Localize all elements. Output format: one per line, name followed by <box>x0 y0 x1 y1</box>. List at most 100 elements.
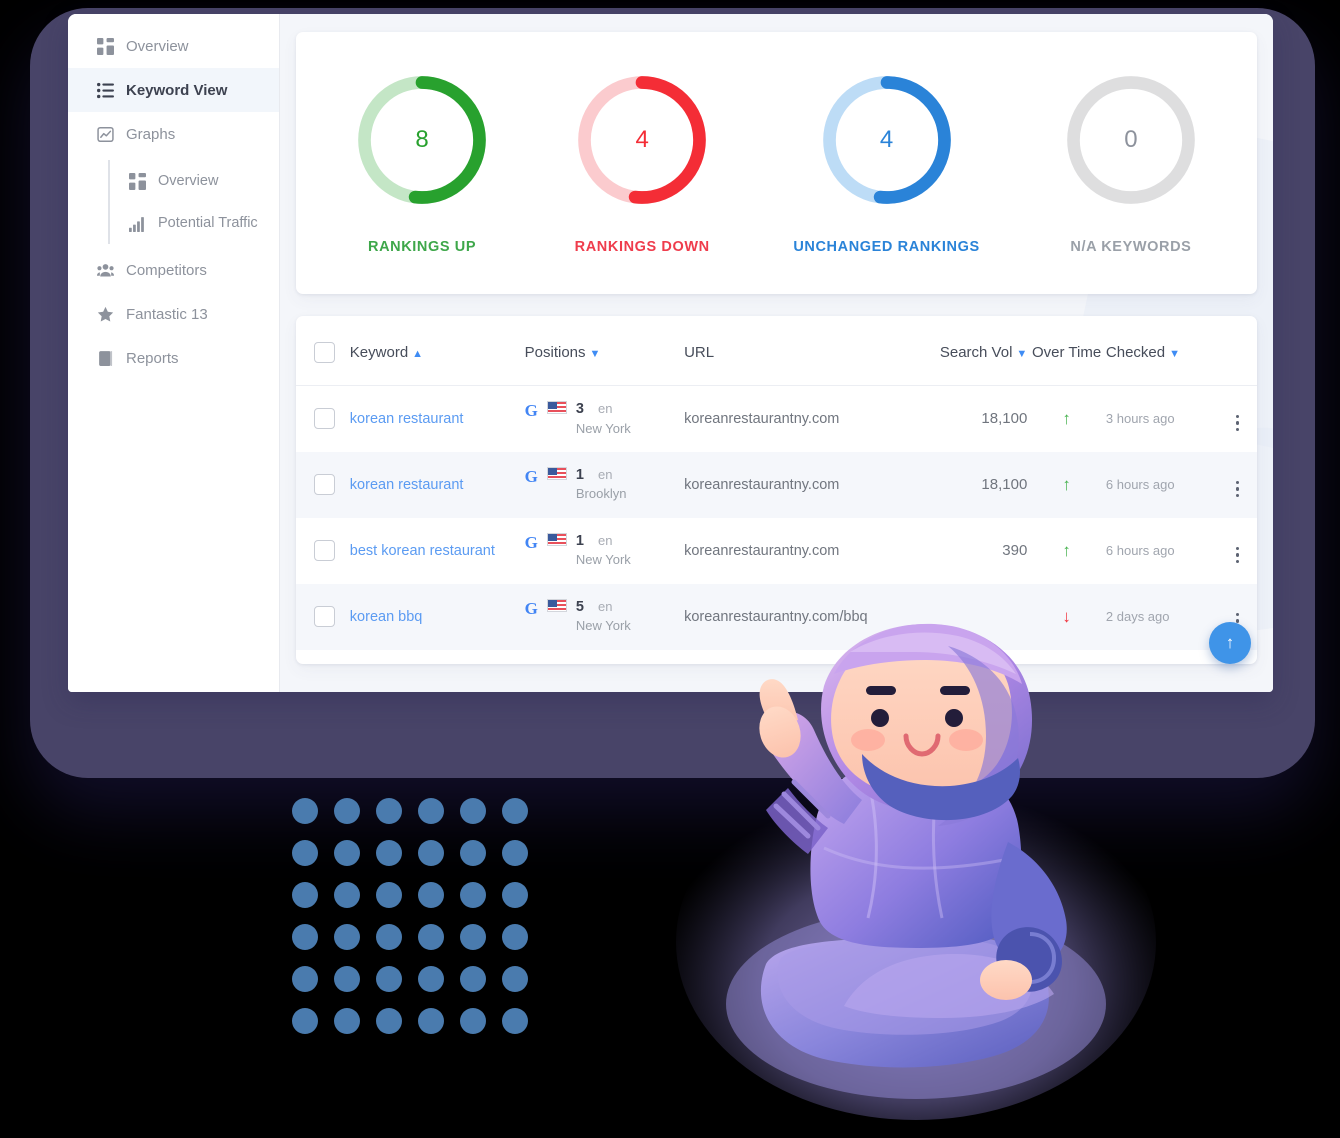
table-row[interactable]: korean bbq G 5 en New York koreanrestaur… <box>296 583 1257 650</box>
sidebar: Overview Keyword View Graphs Overview Po… <box>68 14 280 692</box>
checked-timestamp: 2 days ago <box>1105 608 1170 624</box>
column-header-url[interactable]: URL <box>684 316 926 386</box>
google-icon: G <box>524 532 538 552</box>
stat-label: N/A KEYWORDS <box>1070 239 1192 255</box>
grid-dot <box>418 798 444 824</box>
sidebar-item-label: Graphs <box>126 125 176 143</box>
location-name: New York <box>575 618 631 634</box>
column-header-checked[interactable]: Checked ▼ <box>1105 316 1219 386</box>
keyword-link[interactable]: korean bbq <box>350 609 423 625</box>
chart-area-icon <box>96 125 114 143</box>
stat-rankings-up: 8 RANKINGS UP <box>353 71 491 255</box>
sidebar-item-overview[interactable]: Overview <box>68 24 279 68</box>
arrow-up-icon: ↑ <box>1225 633 1235 652</box>
grid-dot <box>502 966 528 992</box>
column-header-positions[interactable]: Positions ▼ <box>524 316 685 386</box>
us-flag-icon <box>546 598 567 612</box>
grid-dot <box>502 798 528 824</box>
bars-icon <box>128 214 146 232</box>
row-actions-cell <box>1218 452 1257 518</box>
grid-dot <box>334 798 360 824</box>
grid-dot <box>376 1008 402 1034</box>
ranking-summary-card: 8 RANKINGS UP 4 RANKINGS DOWN 4 UNCHANGE… <box>296 32 1257 294</box>
donut-chart: 4 <box>573 71 711 209</box>
sidebar-item-fantastic-13[interactable]: Fantastic 13 <box>68 292 279 336</box>
grid-dot <box>334 924 360 950</box>
row-select-cell <box>296 584 350 650</box>
url-cell: koreanrestaurantny.com <box>684 452 925 518</box>
sidebar-item-graphs[interactable]: Graphs <box>68 112 279 156</box>
column-label: Keyword <box>349 344 409 361</box>
grid-dot <box>376 966 402 992</box>
trend-up-icon: ↑ <box>1062 474 1071 494</box>
table-body: korean restaurant G 3 en New York korean… <box>296 386 1257 650</box>
more-options-icon[interactable] <box>1235 546 1240 563</box>
table-row[interactable]: korean restaurant G 1 en Brooklyn korean… <box>296 451 1257 518</box>
stat-value: 4 <box>879 126 894 153</box>
grid-dot <box>376 798 402 824</box>
keyword-cell: best korean restaurant <box>350 518 525 584</box>
grid-dot <box>292 924 318 950</box>
sidebar-item-keyword-view[interactable]: Keyword View <box>68 68 279 112</box>
grid-dot <box>460 966 486 992</box>
row-checkbox[interactable] <box>314 540 335 561</box>
checked-cell: 2 days ago <box>1106 584 1218 650</box>
row-checkbox[interactable] <box>314 474 335 495</box>
chevron-down-icon: ▼ <box>1169 348 1180 360</box>
location-name: New York <box>575 552 631 568</box>
url-text: koreanrestaurantny.com <box>684 410 840 427</box>
checked-cell: 3 hours ago <box>1106 386 1218 452</box>
grid-dot <box>418 924 444 950</box>
column-header-over-time[interactable]: Over Time <box>1027 316 1106 386</box>
trend-up-icon: ↑ <box>1062 408 1071 428</box>
google-icon: G <box>524 598 538 618</box>
sidebar-subitem-overview[interactable]: Overview <box>110 160 279 202</box>
column-label: URL <box>684 344 715 361</box>
column-header-keyword[interactable]: Keyword ▲ <box>349 316 525 386</box>
sidebar-item-reports[interactable]: Reports <box>68 336 279 380</box>
sidebar-item-label: Competitors <box>126 261 207 279</box>
sidebar-subitem-potential-traffic[interactable]: Potential Traffic <box>110 202 279 244</box>
keyword-link[interactable]: korean restaurant <box>350 411 464 427</box>
more-options-icon[interactable] <box>1235 480 1240 497</box>
grid-dot <box>460 924 486 950</box>
table-row[interactable]: best korean restaurant G 1 en New York k… <box>296 518 1257 584</box>
stat-label: RANKINGS DOWN <box>574 239 710 255</box>
grid-dot <box>292 840 318 866</box>
chevron-down-icon: ▼ <box>589 348 601 360</box>
grid-dot <box>292 798 318 824</box>
column-header-actions <box>1218 316 1257 386</box>
search-volume-cell: 18,100 <box>925 452 1027 518</box>
keyword-link[interactable]: korean restaurant <box>350 477 464 493</box>
stat-na-keywords: 0 N/A KEYWORDS <box>1062 71 1200 255</box>
users-icon <box>96 261 114 279</box>
column-header-search-vol[interactable]: Search Vol ▼ <box>925 316 1028 386</box>
language-code: en <box>597 400 613 416</box>
sidebar-subgroup-graphs: Overview Potential Traffic <box>108 160 279 244</box>
trend-down-icon: ↓ <box>1062 606 1071 626</box>
grid-dot <box>418 1008 444 1034</box>
table-row[interactable]: korean restaurant G 3 en New York korean… <box>296 386 1257 452</box>
position-number: 1 <box>575 466 584 483</box>
sidebar-item-label: Reports <box>126 349 179 367</box>
url-cell: koreanrestaurantny.com <box>684 518 925 584</box>
donut-chart: 4 <box>818 71 956 209</box>
url-cell: koreanrestaurantny.com <box>684 386 925 452</box>
grid-dot <box>292 1008 318 1034</box>
scroll-to-top-button[interactable]: ↑ <box>1209 622 1251 664</box>
more-options-icon[interactable] <box>1235 414 1240 432</box>
keyword-table: Keyword ▲ Positions ▼ URL Search Vol ▼ O… <box>296 316 1257 650</box>
keyword-link[interactable]: best korean restaurant <box>350 543 495 559</box>
select-all-checkbox[interactable] <box>314 342 335 363</box>
positions-cell: G 3 en New York <box>525 386 684 452</box>
keyword-cell: korean restaurant <box>350 386 525 452</box>
search-volume-cell <box>925 584 1027 650</box>
language-code: en <box>597 598 613 614</box>
google-icon: G <box>524 466 538 486</box>
stat-rankings-down: 4 RANKINGS DOWN <box>573 71 711 255</box>
row-checkbox[interactable] <box>314 606 335 627</box>
row-checkbox[interactable] <box>314 408 335 430</box>
grid-dot <box>334 966 360 992</box>
sidebar-item-competitors[interactable]: Competitors <box>68 248 279 292</box>
url-cell: koreanrestaurantny.com/bbq <box>684 584 925 650</box>
